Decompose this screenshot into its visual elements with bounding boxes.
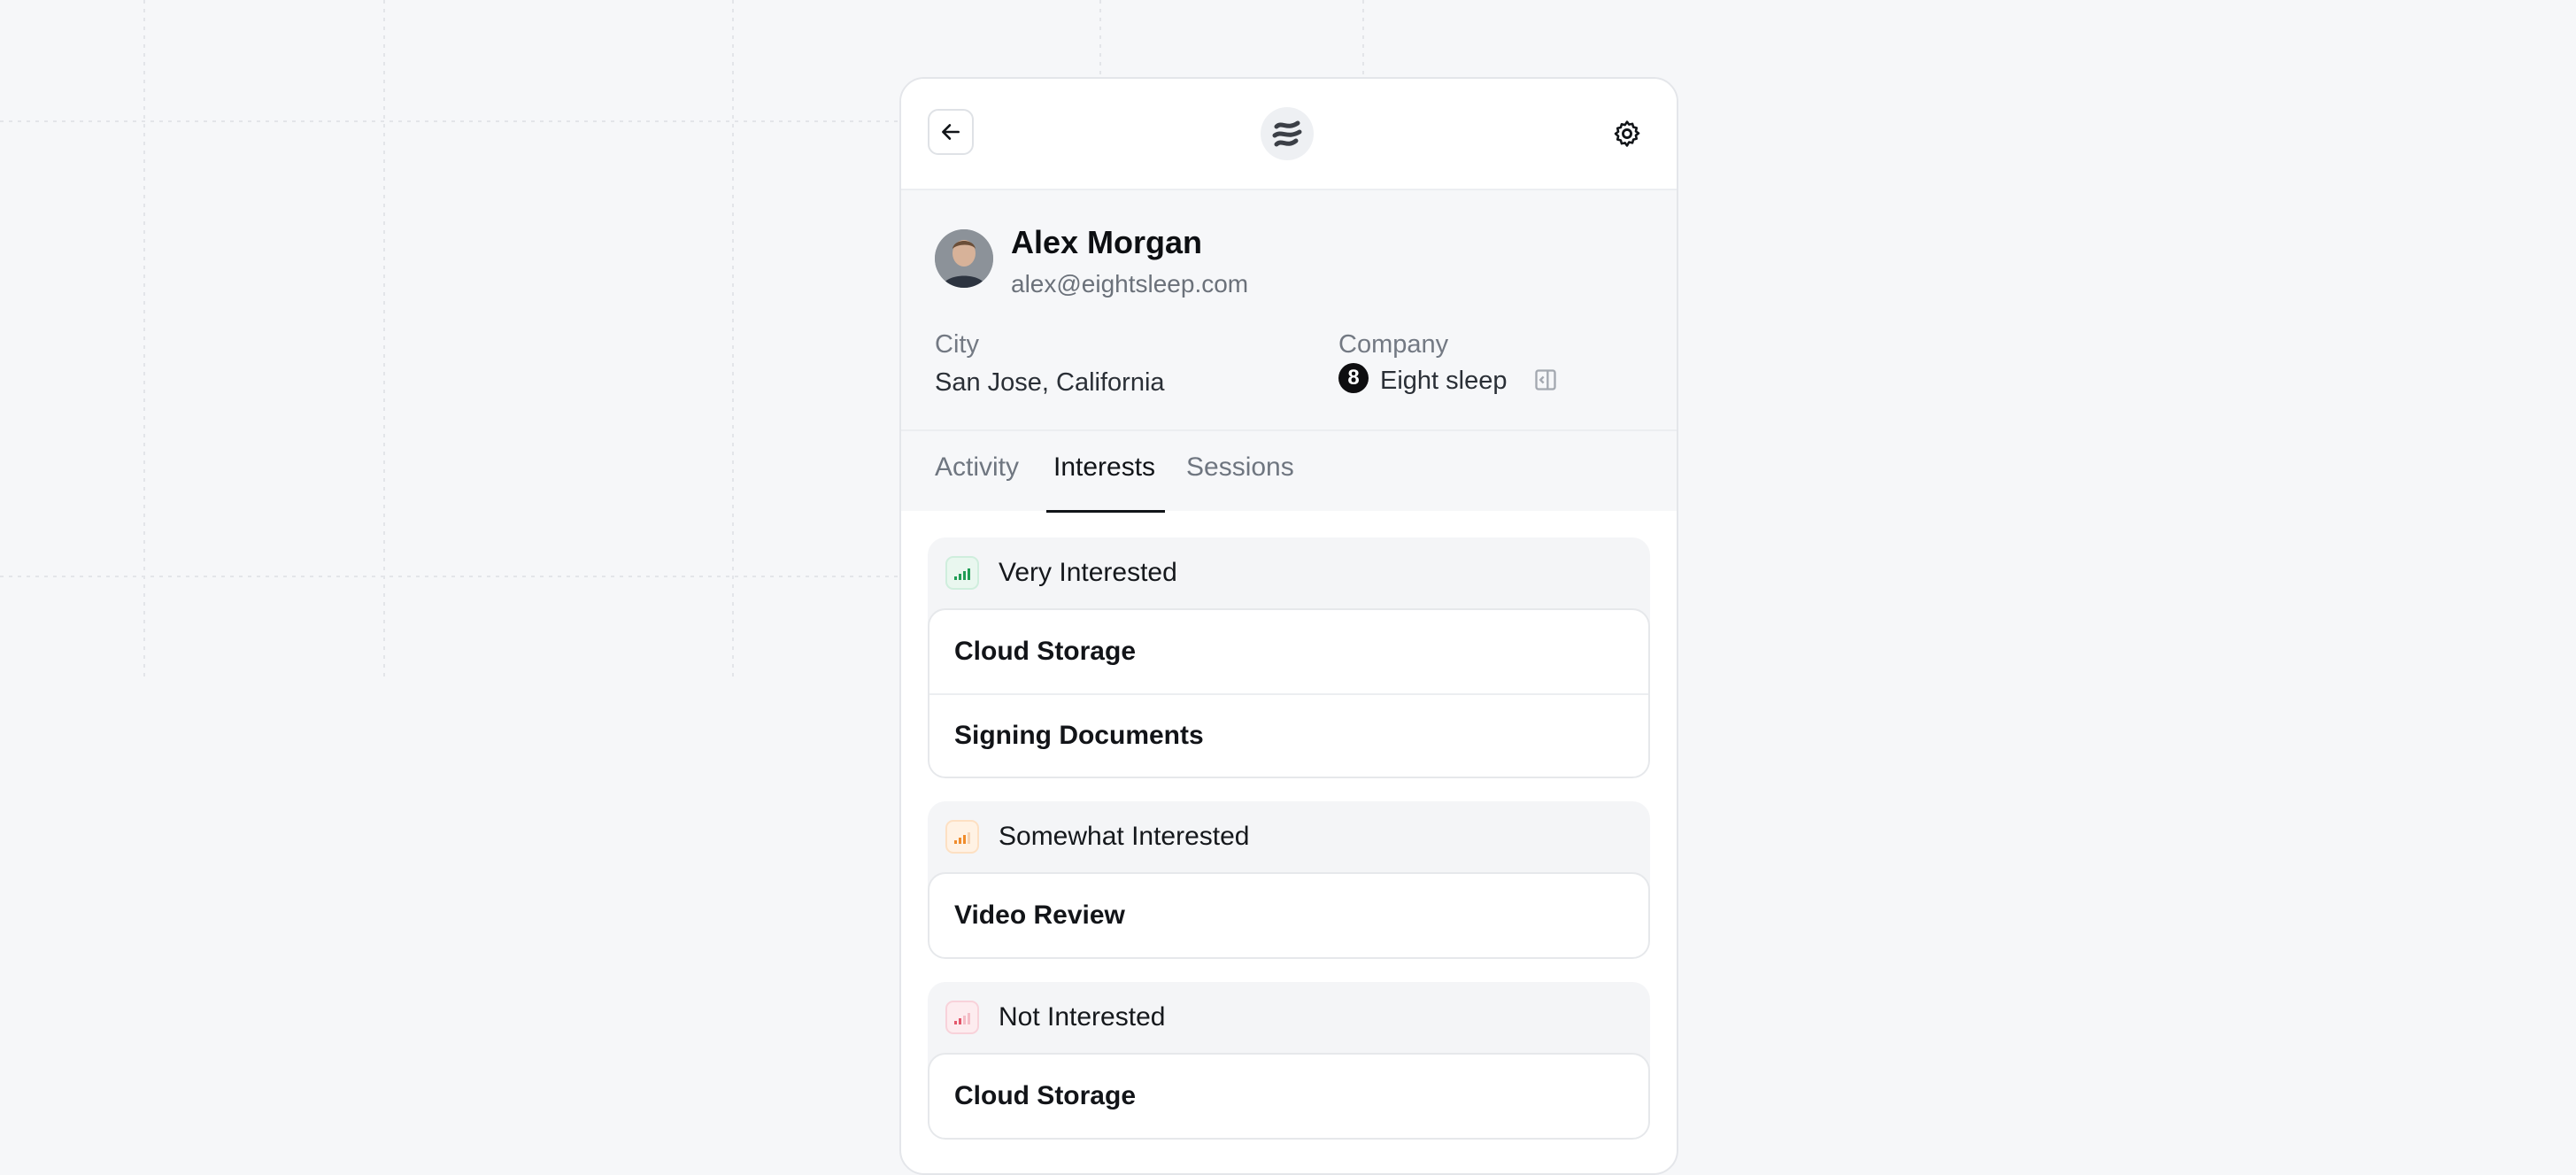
company-label: Company — [1338, 330, 1449, 359]
interest-group-somewhat: Somewhat Interested Video Review — [928, 801, 1650, 959]
contact-profile-card: Alex Morgan alex@eightsleep.com City San… — [899, 77, 1678, 1175]
group-header: Not Interested — [928, 982, 1650, 1053]
tab-interests[interactable]: Interests — [1053, 452, 1155, 483]
city-label: City — [935, 330, 979, 359]
arrow-left-icon — [942, 124, 960, 140]
contact-name: Alex Morgan — [1011, 224, 1203, 260]
signal-strength-icon — [945, 1001, 979, 1034]
company-value[interactable]: Eight sleep — [1380, 367, 1508, 396]
group-title: Very Interested — [999, 558, 1177, 587]
gear-icon — [1614, 120, 1640, 147]
item-list: Cloud Storage Signing Documents — [928, 608, 1650, 778]
group-header: Very Interested — [928, 537, 1650, 608]
city-value: San Jose, California — [935, 368, 1165, 397]
app-logo — [1257, 104, 1317, 164]
profile-section: Alex Morgan alex@eightsleep.com City San… — [901, 190, 1677, 429]
back-button[interactable] — [928, 109, 974, 155]
interest-item[interactable]: Cloud Storage — [929, 1055, 1648, 1138]
signal-strength-icon — [945, 820, 979, 854]
sidebar-panel-icon[interactable] — [1533, 367, 1558, 392]
tab-activity[interactable]: Activity — [935, 452, 1019, 483]
group-title: Somewhat Interested — [999, 822, 1250, 851]
item-list: Cloud Storage — [928, 1053, 1650, 1140]
active-tab-indicator — [1046, 510, 1165, 513]
company-logo: 8 — [1338, 363, 1369, 393]
avatar — [935, 229, 993, 288]
interest-group-very: Very Interested Cloud Storage Signing Do… — [928, 537, 1650, 778]
signal-strength-icon — [945, 556, 979, 590]
settings-button[interactable] — [1609, 116, 1645, 151]
interest-item[interactable]: Cloud Storage — [929, 610, 1648, 693]
interest-item[interactable]: Video Review — [929, 874, 1648, 957]
top-bar — [901, 79, 1677, 190]
group-header: Somewhat Interested — [928, 801, 1650, 872]
interests-list: Very Interested Cloud Storage Signing Do… — [901, 511, 1677, 1140]
group-title: Not Interested — [999, 1002, 1166, 1032]
tab-sessions[interactable]: Sessions — [1186, 452, 1294, 483]
item-list: Video Review — [928, 872, 1650, 959]
contact-email: alex@eightsleep.com — [1011, 270, 1249, 298]
interest-item[interactable]: Signing Documents — [929, 693, 1648, 777]
tab-bar: Activity Interests Sessions — [901, 429, 1677, 513]
interest-group-not: Not Interested Cloud Storage — [928, 982, 1650, 1140]
